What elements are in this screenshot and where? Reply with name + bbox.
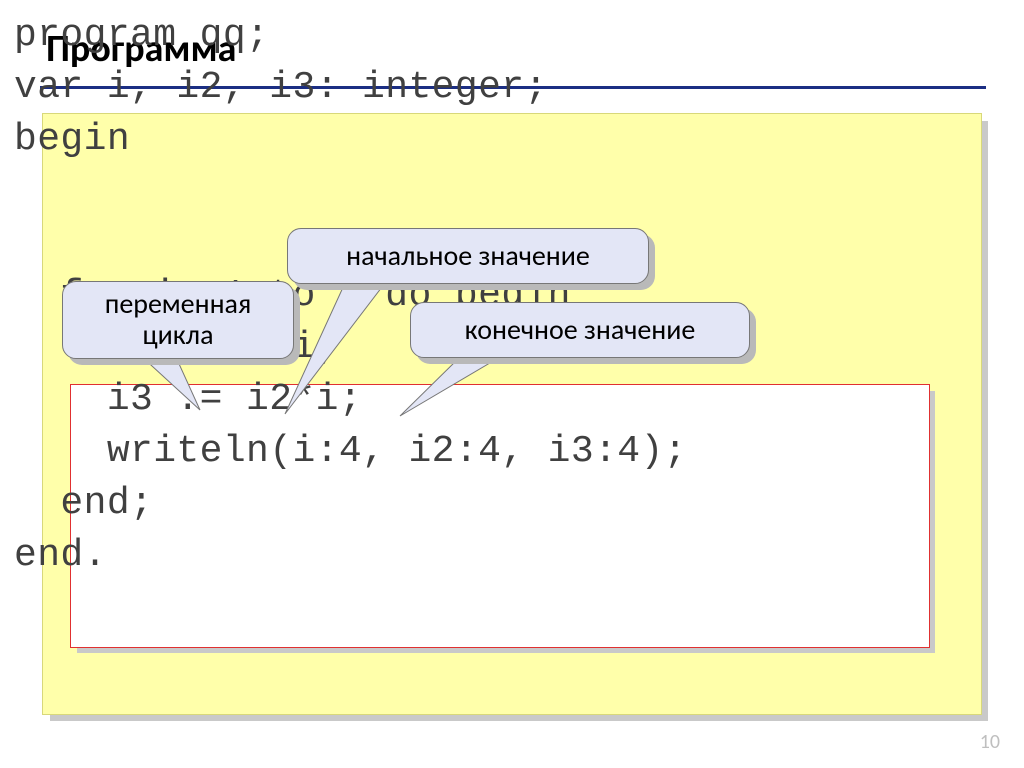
callout-loop-var: переменная цикла	[62, 281, 294, 359]
code-line: writeln(i:4, i2:4, i3:4);	[14, 430, 687, 473]
code-line: program qq;	[14, 14, 269, 57]
callout-end-value: конечное значение	[410, 302, 750, 358]
callout-label: переменная цикла	[105, 289, 251, 351]
slide: Программа program qq; var i, i2, i3: int…	[0, 0, 1024, 768]
code-line: i3 := i2*i;	[14, 378, 362, 421]
code-line: end;	[14, 482, 153, 525]
callout-label: конечное значение	[465, 315, 696, 346]
callout-label: начальное значение	[346, 241, 590, 272]
code-line: end.	[14, 534, 107, 577]
code-line: var i, i2, i3: integer;	[14, 66, 548, 109]
code-line: begin	[14, 118, 130, 161]
slide-number: 10	[980, 730, 1000, 754]
callout-start-value: начальное значение	[287, 228, 649, 284]
